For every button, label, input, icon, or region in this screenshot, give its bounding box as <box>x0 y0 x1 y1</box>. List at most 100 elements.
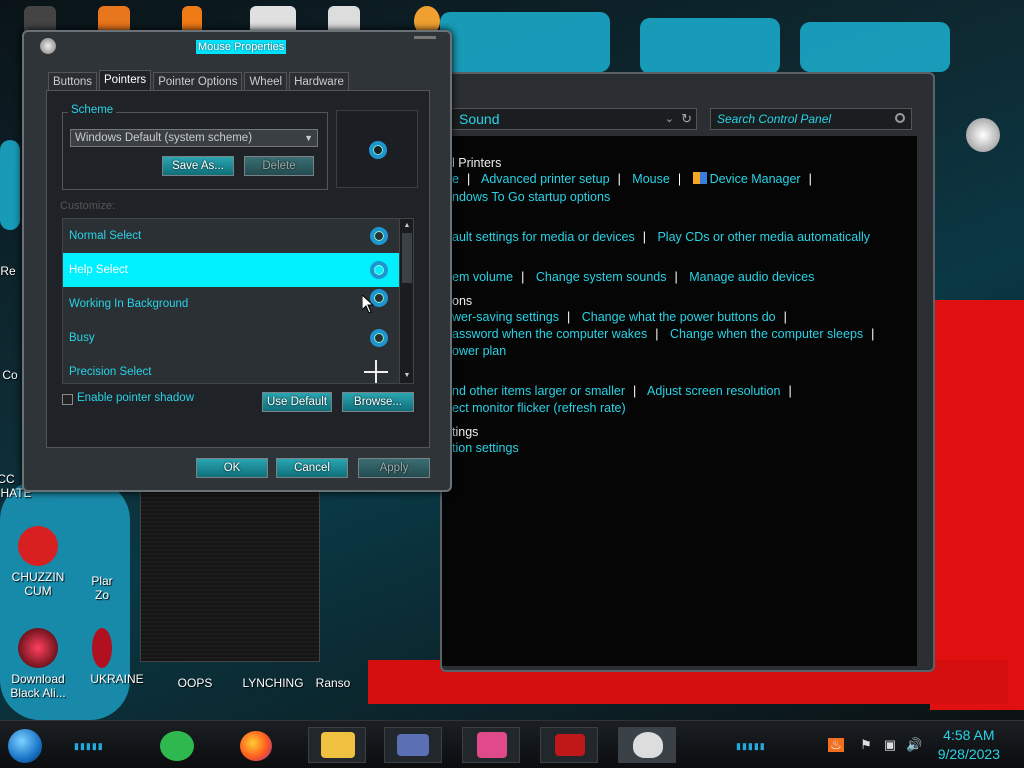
list-item[interactable]: Working In Background <box>63 287 400 321</box>
scheme-value: Windows Default (system scheme) <box>75 132 253 144</box>
link[interactable]: ndows To Go startup options <box>452 190 610 204</box>
link[interactable]: wer-saving settings <box>452 310 559 324</box>
scheme-select[interactable]: Windows Default (system scheme) ▼ <box>70 129 318 147</box>
desktop-icon[interactable]: Ranso <box>308 676 358 690</box>
scrollbar[interactable]: ▲ ▼ <box>399 219 413 383</box>
link[interactable]: tion settings <box>452 441 519 455</box>
link[interactable]: Change when the computer sleeps <box>670 327 863 341</box>
mouse-app-icon <box>633 732 663 758</box>
link-row: em volume | Change system sounds | Manage … <box>452 270 815 284</box>
delete-button[interactable]: Delete <box>244 156 314 176</box>
link[interactable]: ect monitor flicker (refresh rate) <box>452 401 626 415</box>
link[interactable]: Advanced printer setup <box>481 172 610 186</box>
address-text: Sound <box>459 111 500 127</box>
link[interactable]: Play CDs or other media automatically <box>657 230 870 244</box>
tab-pointer-options[interactable]: Pointer Options <box>153 72 243 90</box>
control-panel-content: l Printers e | Advanced printer setup | Mo… <box>442 136 917 666</box>
alienware-logo <box>966 118 1000 152</box>
category-heading: ons <box>452 294 473 308</box>
alien-sphere-icon <box>18 628 58 668</box>
desktop-icon[interactable]: OOPS <box>160 676 230 690</box>
taskbar-slot[interactable] <box>308 727 366 763</box>
mouse-properties-dialog: Mouse Properties Buttons Pointers Pointe… <box>22 30 452 492</box>
desktop: Re Co CC HATE Plar Zo CHUZZIN CUM Downlo… <box>0 0 1024 768</box>
tab-pointers[interactable]: Pointers <box>99 70 152 90</box>
link[interactable]: assword when the computer wakes <box>452 327 647 341</box>
link[interactable]: nd other items larger or smaller <box>452 384 625 398</box>
busy-ring-icon <box>370 329 388 347</box>
taskbar-slot[interactable] <box>540 727 598 763</box>
clock-date: 9/28/2023 <box>937 746 1000 762</box>
desktop-icon-label: LYNCHING <box>242 676 304 690</box>
list-item[interactable]: Precision Select <box>63 355 400 383</box>
link[interactable]: ower plan <box>452 344 506 358</box>
taskbar-slot[interactable] <box>618 727 676 763</box>
address-bar[interactable]: Sound ⌄ ↻ <box>442 108 697 130</box>
link[interactable]: ault settings for media or devices <box>452 230 635 244</box>
link[interactable]: Change what the power buttons do <box>582 310 776 324</box>
taskbar-clock[interactable]: 4:58 AM 9/28/2023 <box>938 726 1000 764</box>
tab-bar: Buttons Pointers Pointer Options Wheel H… <box>48 70 351 92</box>
control-panel-icon <box>397 734 429 756</box>
start-button[interactable] <box>8 729 42 763</box>
java-icon[interactable]: ♨ <box>828 738 844 752</box>
search-input[interactable]: Search Control Panel <box>710 108 912 130</box>
link[interactable]: e <box>452 172 459 186</box>
list-item[interactable]: Normal Select <box>63 219 400 253</box>
task-app-icon[interactable] <box>160 731 194 761</box>
device-manager-icon <box>692 172 707 184</box>
pointer-name: Working In Background <box>69 298 189 310</box>
flag-icon[interactable]: ⚑ <box>858 738 874 752</box>
network-icon[interactable]: ▣ <box>882 738 898 752</box>
background-window-panel <box>140 490 320 662</box>
save-as-button[interactable]: Save As... <box>162 156 234 176</box>
link-row: nd other items larger or smaller | Adjust… <box>452 384 792 398</box>
link[interactable]: Device Manager <box>710 172 801 186</box>
desktop-icon-label: CHUZZIN CUM <box>11 570 65 598</box>
busy-ring-icon <box>370 227 388 245</box>
pointer-shadow-checkbox[interactable] <box>62 394 73 405</box>
tab-buttons[interactable]: Buttons <box>48 72 97 90</box>
scroll-down-icon[interactable]: ▼ <box>402 370 412 382</box>
taskbar-slot[interactable] <box>462 727 520 763</box>
desktop-icon[interactable]: LYNCHING <box>238 676 308 690</box>
crosshair-icon <box>364 360 388 383</box>
wallpaper-red-panel <box>930 300 1024 710</box>
search-placeholder: Search Control Panel <box>717 112 832 126</box>
search-icon <box>895 113 905 123</box>
window-frame-ornament <box>414 36 436 44</box>
link[interactable]: Mouse <box>632 172 670 186</box>
browse-button[interactable]: Browse... <box>342 392 414 412</box>
cancel-button[interactable]: Cancel <box>276 458 348 478</box>
desktop-icon[interactable]: CHUZZIN CUM <box>3 526 73 598</box>
link-row: wer-saving settings | Change what the pow… <box>452 310 787 324</box>
list-item[interactable]: Help Select <box>63 253 400 287</box>
chevron-down-icon[interactable]: ⌄ <box>665 109 674 129</box>
taskbar-ornament: ▮▮▮▮▮ <box>736 741 766 751</box>
pointer-name: Normal Select <box>69 230 142 242</box>
apply-button[interactable]: Apply <box>358 458 430 478</box>
refresh-icon[interactable]: ↻ <box>681 109 692 129</box>
link-row: ect monitor flicker (refresh rate) <box>452 401 626 415</box>
scroll-thumb[interactable] <box>402 233 412 283</box>
category-heading: tings <box>452 425 479 439</box>
tab-wheel[interactable]: Wheel <box>244 72 288 90</box>
taskbar-slot[interactable] <box>384 727 442 763</box>
link[interactable]: Manage audio devices <box>689 270 814 284</box>
link[interactable]: Adjust screen resolution <box>647 384 780 398</box>
firefox-icon[interactable] <box>240 731 272 761</box>
ok-button[interactable]: OK <box>196 458 268 478</box>
category-heading: l Printers <box>452 156 502 170</box>
list-item[interactable]: Busy <box>63 321 400 355</box>
chevron-down-icon: ▼ <box>304 133 313 143</box>
volume-icon[interactable]: 🔊 <box>906 738 922 752</box>
wallpaper-shape <box>640 18 780 74</box>
desktop-icon-label: Download Black Ali... <box>10 672 66 700</box>
link[interactable]: em volume <box>452 270 513 284</box>
red-creature-icon <box>18 526 58 566</box>
link[interactable]: Change system sounds <box>536 270 667 284</box>
tab-hardware[interactable]: Hardware <box>289 72 349 90</box>
use-default-button[interactable]: Use Default <box>262 392 332 412</box>
scroll-up-icon[interactable]: ▲ <box>402 220 412 232</box>
desktop-icon[interactable]: Download Black Ali... <box>3 628 73 700</box>
